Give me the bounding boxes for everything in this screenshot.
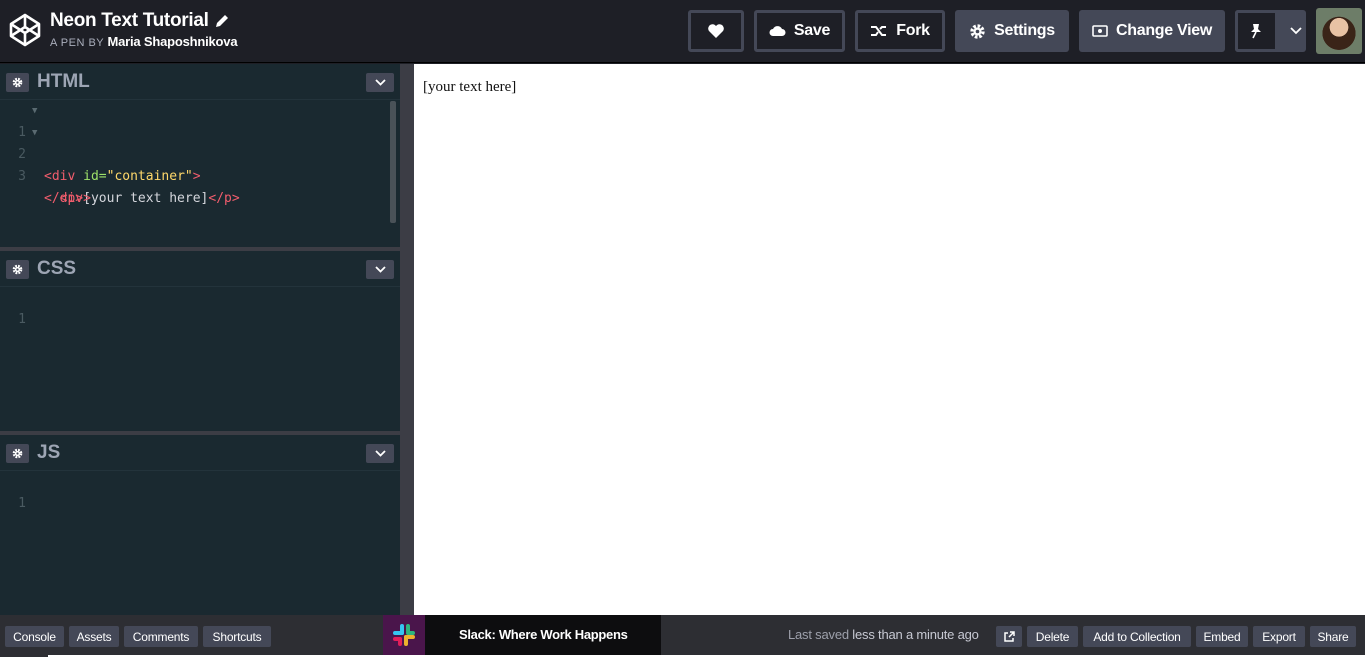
pin-button-group [1235,10,1306,52]
js-settings-button[interactable] [6,444,29,463]
pin-dropdown-button[interactable] [1286,10,1306,52]
user-avatar[interactable] [1316,8,1362,54]
fold-arrow-icon[interactable]: ▼ [32,100,37,122]
gear-icon [12,448,23,459]
css-settings-button[interactable] [6,260,29,279]
pen-title[interactable]: Neon Text Tutorial [50,10,237,32]
pen-title-block: Neon Text Tutorial A PEN BY Maria Shapos… [50,10,238,49]
css-pane-title: CSS [37,258,77,279]
js-pane-title: JS [37,442,61,463]
fork-button[interactable]: Fork [855,10,945,52]
heart-icon [708,24,724,38]
chevron-down-icon [1290,27,1302,35]
code-token: </div> [44,191,91,206]
comments-button[interactable]: Comments [124,626,198,647]
fold-arrow-icon[interactable]: ▼ [32,122,37,144]
chevron-down-icon [374,79,386,86]
share-button[interactable]: Share [1310,626,1356,647]
add-to-collection-button[interactable]: Add to Collection [1083,626,1191,647]
gear-icon [12,264,23,275]
line-number: 1 [18,312,26,327]
preview-text: [your text here] [423,79,517,95]
html-collapse-button[interactable] [366,73,394,92]
slack-icon [393,624,415,646]
fork-icon [871,26,887,36]
css-pane-header: CSS [0,251,400,287]
export-button[interactable]: Export [1253,626,1305,647]
console-button[interactable]: Console [5,626,64,647]
view-icon [1092,25,1108,37]
code-line: 1 [0,471,400,511]
html-editor-scrollbar[interactable] [390,101,396,223]
code-token: > [192,169,201,184]
open-external-button[interactable] [996,626,1022,647]
code-line: 2 ▼ <p>[your text here]</p> [0,122,400,206]
css-code-editor[interactable]: 1 [0,287,400,327]
html-settings-button[interactable] [6,73,29,92]
line-number: 3 [18,169,26,184]
top-bar: Neon Text Tutorial A PEN BY Maria Shapos… [0,0,1365,63]
last-saved-status: Last saved less than a minute ago [788,627,979,642]
gear-icon [970,23,985,39]
js-code-editor[interactable]: 1 [0,471,400,511]
js-pane-header: JS [0,435,400,471]
code-line: 1 ▼ <div id="container"> [0,100,400,184]
fork-label: Fork [896,22,930,39]
byline-prefix: A PEN BY [50,37,104,49]
author-link[interactable]: Maria Shaposhnikova [108,34,238,49]
result-preview[interactable]: [your text here] [414,64,1365,615]
editor-preview-resizer[interactable] [400,64,414,615]
code-line: 1 [0,287,400,327]
delete-button[interactable]: Delete [1027,626,1078,647]
line-number: 1 [18,496,26,511]
cloud-icon [769,26,786,36]
css-collapse-button[interactable] [366,260,394,279]
pin-icon [1251,24,1262,39]
css-editor-pane: CSS 1 [0,251,400,431]
save-label: Save [793,22,831,39]
pen-title-text: Neon Text Tutorial [50,10,209,31]
settings-label: Settings [994,22,1055,39]
byline: A PEN BY Maria Shaposhnikova [50,34,238,49]
code-token: id= [75,169,107,184]
save-button[interactable]: Save [754,10,845,52]
ad-text: Slack: Where Work Happens [459,627,628,642]
code-token: </p> [208,191,240,206]
code-token: "container" [106,169,193,184]
embed-button[interactable]: Embed [1196,626,1248,647]
assets-button[interactable]: Assets [69,626,119,647]
gear-icon [12,77,23,88]
love-button[interactable] [688,10,744,52]
js-editor-pane: JS 1 [0,435,400,615]
external-link-icon [1004,630,1015,642]
codepen-logo-icon[interactable] [9,13,41,47]
code-token: [your text here] [83,191,209,206]
html-code-editor[interactable]: 1 ▼ <div id="container"> 2 ▼ <p>[your te… [0,100,400,206]
pencil-icon[interactable] [215,14,229,28]
html-pane-header: HTML [0,64,400,100]
html-pane-title: HTML [37,71,90,92]
saved-time: less than a minute ago [852,627,979,642]
code-line: 3 </div> [0,144,400,206]
chevron-down-icon [374,450,386,457]
html-editor-pane: HTML 1 ▼ <div id="container"> 2 ▼ <p>[yo… [0,64,400,247]
change-view-button[interactable]: Change View [1079,10,1225,52]
editor-column: HTML 1 ▼ <div id="container"> 2 ▼ <p>[yo… [0,64,400,615]
change-view-label: Change View [1116,22,1212,39]
sponsor-ad[interactable]: Slack: Where Work Happens [383,615,661,655]
settings-button[interactable]: Settings [955,10,1069,52]
chevron-down-icon [374,266,386,273]
slack-logo-icon [383,615,425,655]
shortcuts-button[interactable]: Shortcuts [203,626,271,647]
pin-button[interactable] [1235,10,1278,52]
saved-prefix: Last saved [788,627,849,642]
js-collapse-button[interactable] [366,444,394,463]
bottom-bar: Console Assets Comments Shortcuts Slack:… [0,615,1365,657]
